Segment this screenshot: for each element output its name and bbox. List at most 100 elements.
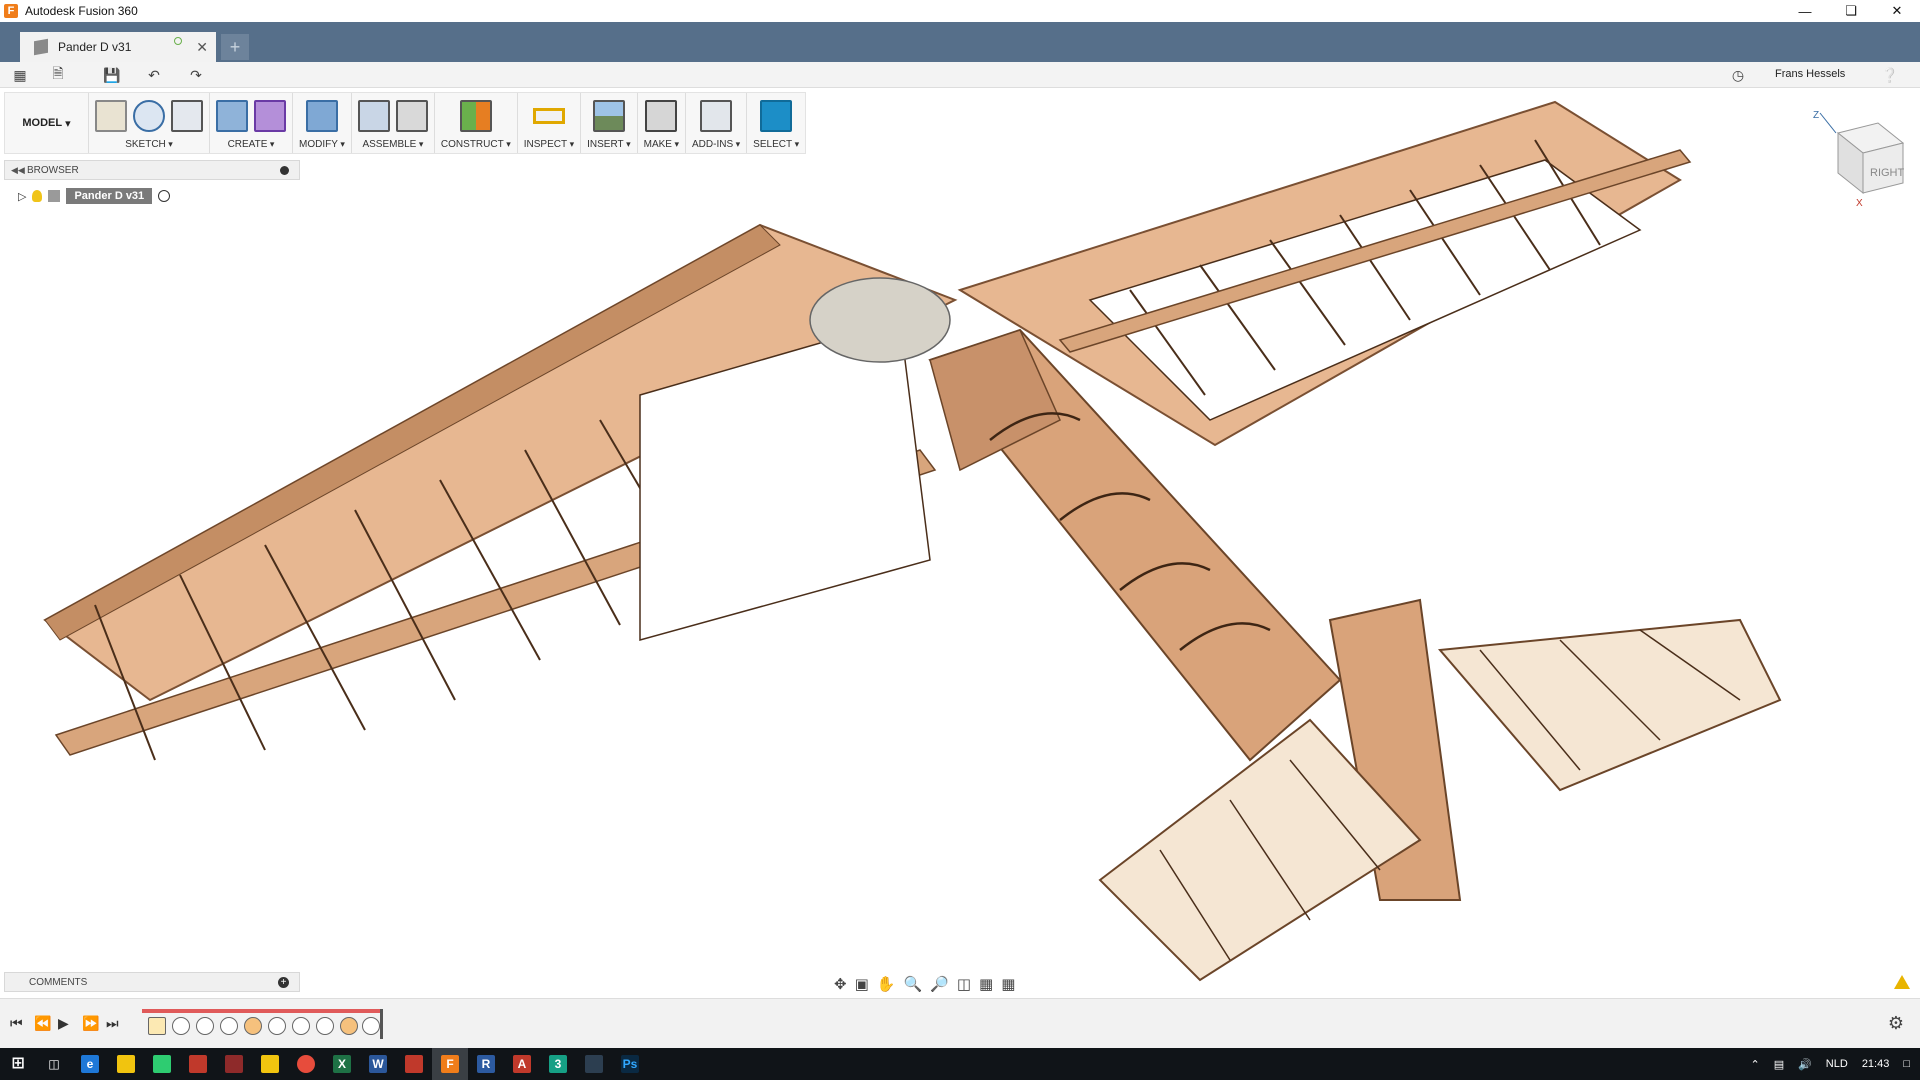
user-account-menu[interactable]: Frans Hessels: [1775, 68, 1845, 80]
new-tab-button[interactable]: +: [221, 34, 249, 60]
select-cursor-icon[interactable]: [760, 100, 793, 132]
activate-radio-icon[interactable]: [158, 190, 171, 202]
chrome-icon[interactable]: [288, 1048, 324, 1080]
go-to-start-icon[interactable]: ⏮: [10, 1015, 23, 1032]
assemble-group[interactable]: ASSEMBLE: [352, 93, 435, 153]
timeline-feature-icon[interactable]: [316, 1017, 334, 1035]
sketch-group[interactable]: SKETCH: [89, 93, 210, 153]
revit-icon[interactable]: R: [468, 1048, 504, 1080]
data-panel-grid-icon[interactable]: ▦: [12, 67, 28, 83]
root-component-label[interactable]: Pander D v31: [66, 188, 153, 204]
modify-menu-label[interactable]: MODIFY: [299, 139, 345, 150]
timeline-feature-icon[interactable]: [172, 1017, 190, 1035]
restore-icon[interactable]: ❏: [1828, 0, 1874, 22]
timeline-feature-icon[interactable]: [268, 1017, 286, 1035]
comments-panel-header[interactable]: COMMENTS +: [4, 972, 300, 992]
spline-icon[interactable]: [133, 100, 165, 132]
3d-print-icon[interactable]: [645, 100, 678, 132]
app-icon-red[interactable]: [180, 1048, 216, 1080]
app-icon-green[interactable]: [144, 1048, 180, 1080]
timeline-feature-icon[interactable]: [220, 1017, 238, 1035]
undo-icon[interactable]: ↶: [146, 67, 162, 83]
pan-hand-icon[interactable]: ✋: [877, 975, 896, 993]
viewcube[interactable]: RIGHT Z X: [1808, 108, 1908, 208]
create-sketch-icon[interactable]: [95, 100, 127, 132]
make-group[interactable]: MAKE: [638, 93, 687, 153]
excel-icon[interactable]: X: [324, 1048, 360, 1080]
app-icon-maroon[interactable]: [216, 1048, 252, 1080]
volume-icon[interactable]: 🔊: [1798, 1058, 1812, 1071]
workspace-switcher[interactable]: MODEL ▾: [5, 93, 89, 153]
app-icon-crimson[interactable]: [396, 1048, 432, 1080]
timeline-feature-icon[interactable]: [244, 1017, 262, 1035]
collapse-panel-icon[interactable]: ◀◀: [11, 165, 25, 176]
warning-icon[interactable]: [1894, 975, 1910, 989]
canvas-viewport[interactable]: [0, 88, 1920, 994]
offset-plane-icon[interactable]: [459, 100, 492, 132]
timeline-settings-gear-icon[interactable]: ⚙: [1888, 1013, 1904, 1034]
zoom-icon[interactable]: 🔍: [903, 975, 922, 993]
app-icon-yellow[interactable]: [252, 1048, 288, 1080]
network-icon[interactable]: ▤: [1774, 1058, 1784, 1071]
select-group[interactable]: SELECT: [747, 93, 805, 153]
play-icon[interactable]: ▶: [58, 1015, 69, 1032]
zoom-window-icon[interactable]: 🔎: [930, 975, 949, 993]
create-menu-label[interactable]: CREATE: [228, 139, 275, 150]
joint-icon[interactable]: [395, 100, 428, 132]
browser-panel-header[interactable]: ◀◀ BROWSER: [4, 160, 300, 180]
photoshop-icon[interactable]: Ps: [612, 1048, 648, 1080]
close-window-icon[interactable]: ✕: [1874, 0, 1920, 22]
step-back-icon[interactable]: ⏪: [34, 1015, 51, 1032]
orbit-icon[interactable]: ✥: [834, 975, 847, 993]
redo-icon[interactable]: ↷: [188, 67, 204, 83]
display-settings-icon[interactable]: ◫: [957, 975, 971, 993]
edge-icon[interactable]: e: [72, 1048, 108, 1080]
form-icon[interactable]: [254, 100, 286, 132]
engine-cowling[interactable]: [809, 277, 951, 363]
insert-image-icon[interactable]: [592, 100, 625, 132]
fusion-taskbar-icon[interactable]: F: [432, 1048, 468, 1080]
timeline-feature-icon[interactable]: [292, 1017, 310, 1035]
select-menu-label[interactable]: SELECT: [753, 139, 799, 150]
inspect-group[interactable]: INSPECT: [518, 93, 582, 153]
extrude-icon[interactable]: [216, 100, 248, 132]
task-view-icon[interactable]: ◫: [36, 1048, 72, 1080]
document-tab[interactable]: Pander D v31 ✕: [20, 32, 216, 62]
language-indicator[interactable]: NLD: [1826, 1058, 1848, 1070]
help-icon[interactable]: ❔: [1881, 67, 1898, 83]
make-menu-label[interactable]: MAKE: [644, 139, 679, 150]
add-ins-menu-label[interactable]: ADD-INS: [692, 139, 740, 150]
visibility-bulb-icon[interactable]: [32, 190, 43, 202]
add-comment-icon[interactable]: +: [278, 976, 289, 988]
job-status-clock-icon[interactable]: ◷: [1730, 67, 1746, 83]
new-component-icon[interactable]: [357, 100, 390, 132]
timeline-track[interactable]: [142, 1009, 383, 1039]
scripts-addins-icon[interactable]: [700, 100, 733, 132]
add-ins-group[interactable]: ADD-INS: [686, 93, 748, 153]
measure-icon[interactable]: [532, 100, 565, 132]
save-icon[interactable]: 💾: [103, 67, 120, 83]
timeline-marker[interactable]: [380, 1009, 383, 1039]
grid-settings-icon[interactable]: ▦: [979, 975, 993, 993]
create-group[interactable]: CREATE: [210, 93, 293, 153]
look-at-icon[interactable]: ▣: [855, 975, 869, 993]
notifications-icon[interactable]: □: [1903, 1058, 1910, 1070]
step-forward-icon[interactable]: ⏩: [82, 1015, 99, 1032]
tray-overflow-icon[interactable]: ⌃: [1750, 1058, 1759, 1071]
rectangle-icon[interactable]: [171, 100, 203, 132]
go-to-end-icon[interactable]: ⏭: [106, 1015, 119, 1032]
construct-menu-label[interactable]: CONSTRUCT: [441, 139, 511, 150]
construct-group[interactable]: CONSTRUCT: [435, 93, 518, 153]
sketch-menu-label[interactable]: SKETCH: [125, 139, 173, 150]
app-icon-teal[interactable]: 3: [540, 1048, 576, 1080]
file-menu-icon[interactable]: 🗎: [50, 65, 66, 83]
word-icon[interactable]: W: [360, 1048, 396, 1080]
close-tab-icon[interactable]: ✕: [196, 39, 208, 56]
acrobat-icon[interactable]: A: [504, 1048, 540, 1080]
browser-tree-root[interactable]: ▷ Pander D v31: [18, 187, 171, 205]
insert-group[interactable]: INSERT: [581, 93, 638, 153]
clock[interactable]: 21:43: [1862, 1058, 1890, 1070]
app-icon-dark[interactable]: [576, 1048, 612, 1080]
file-explorer-icon[interactable]: [108, 1048, 144, 1080]
timeline-sketch-feature-icon[interactable]: [148, 1017, 166, 1035]
